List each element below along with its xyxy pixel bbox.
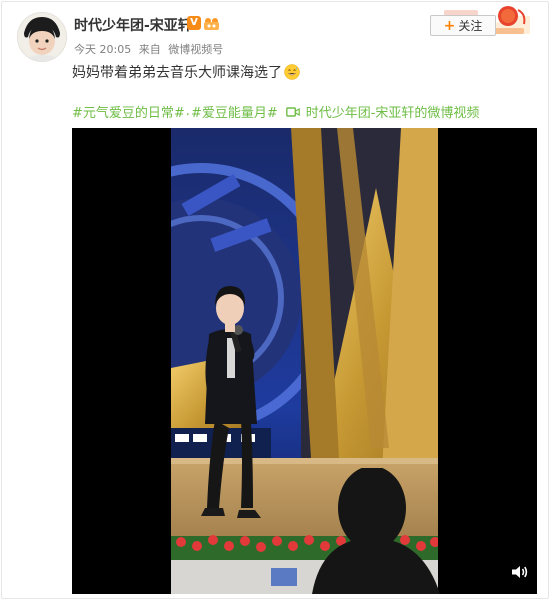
video-source-label: 时代少年团-宋亚轩的微博视频: [305, 106, 480, 121]
weibo-post-card: 时代少年团-宋亚轩 V 今天 20:05 来自 微博视频号 + 关注 妈妈带着弟…: [0, 0, 550, 600]
post-meta: 今天 20:05 来自 微博视频号: [74, 41, 227, 57]
video-player[interactable]: [72, 128, 537, 594]
verified-badge-icon: V: [187, 16, 201, 30]
source-prefix: 来自: [138, 43, 161, 56]
video-source-link[interactable]: 时代少年团-宋亚轩的微博视频: [285, 102, 480, 121]
avatar[interactable]: [17, 12, 67, 62]
topic-list: #元气爱豆的日常# . #爱豆能量月# 时代少年团-宋亚轩的微博视频: [72, 102, 479, 121]
post-text: 妈妈带着弟弟去音乐大师课海选了: [72, 62, 300, 82]
post-source[interactable]: 微博视频号: [168, 43, 223, 56]
plus-icon: +: [443, 17, 456, 34]
audience-silhouette: [312, 468, 440, 594]
username[interactable]: 时代少年团-宋亚轩: [74, 15, 192, 35]
volume-icon[interactable]: [509, 562, 529, 582]
follow-button[interactable]: + 关注: [430, 15, 496, 36]
post-body: 妈妈带着弟弟去音乐大师课海选了: [72, 65, 282, 81]
topic-link-1[interactable]: #元气爱豆的日常#: [72, 102, 185, 121]
follow-label: 关注: [458, 19, 483, 33]
member-rank-icon: [203, 16, 220, 30]
topic-separator: .: [185, 104, 190, 119]
grinning-sweat-emoji-icon: [284, 64, 300, 80]
post-time[interactable]: 今天 20:05: [74, 43, 131, 56]
topic-link-2[interactable]: #爱豆能量月#: [191, 102, 278, 121]
video-camera-icon: [285, 106, 300, 117]
